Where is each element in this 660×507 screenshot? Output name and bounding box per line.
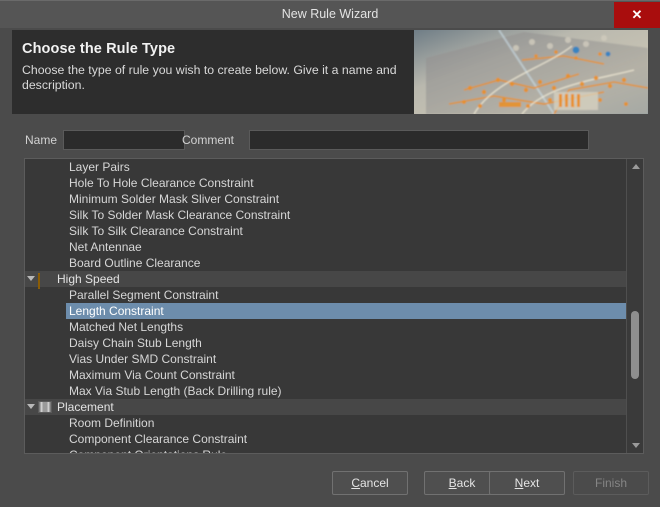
new-rule-wizard-dialog: New Rule Wizard ✕ Choose the Rule Type C… — [0, 0, 660, 507]
title-bar: New Rule Wizard ✕ — [0, 0, 660, 28]
rule-type-item[interactable]: Parallel Segment Constraint — [25, 287, 626, 303]
page-description: Choose the type of rule you wish to crea… — [22, 63, 397, 92]
rule-type-item[interactable]: Matched Net Lengths — [25, 319, 626, 335]
rule-type-item[interactable]: Component Orientations Rule — [25, 447, 626, 453]
comment-label: Comment — [182, 133, 235, 147]
rule-type-label: Silk To Silk Clearance Constraint — [69, 224, 243, 238]
rule-type-label: Net Antennae — [69, 240, 142, 254]
rule-type-label: Layer Pairs — [69, 160, 130, 174]
close-icon[interactable]: ✕ — [614, 2, 660, 28]
expand-triangle-icon[interactable] — [27, 404, 35, 409]
rule-type-list-viewport: Layer Pairs Hole To Hole Clearance Constr… — [25, 159, 626, 453]
rule-type-item[interactable]: Maximum Via Count Constraint — [25, 367, 626, 383]
scroll-up-icon[interactable] — [627, 159, 643, 174]
scrollbar-thumb[interactable] — [631, 311, 639, 379]
rule-type-label: Matched Net Lengths — [69, 320, 184, 334]
wizard-header: Choose the Rule Type Choose the type of … — [12, 30, 648, 114]
rule-type-label: Minimum Solder Mask Sliver Constraint — [69, 192, 280, 206]
rule-type-label: Room Definition — [69, 416, 155, 430]
comment-input[interactable] — [249, 130, 589, 150]
rule-type-label: Hole To Hole Clearance Constraint — [69, 176, 254, 190]
rule-type-item[interactable]: Vias Under SMD Constraint — [25, 351, 626, 367]
placement-icon — [38, 401, 52, 413]
rule-type-item[interactable]: Component Clearance Constraint — [25, 431, 626, 447]
name-input[interactable] — [63, 130, 185, 150]
rule-type-label: Component Clearance Constraint — [69, 432, 248, 446]
cancel-button[interactable]: Cancel — [332, 471, 408, 495]
rule-type-item[interactable]: Room Definition — [25, 415, 626, 431]
rule-type-item[interactable]: Hole To Hole Clearance Constraint — [25, 175, 626, 191]
rule-fields-row: Name Comment — [12, 130, 648, 152]
name-label: Name — [25, 133, 58, 147]
window-title: New Rule Wizard — [281, 7, 379, 21]
rule-group-row[interactable]: High Speed — [25, 271, 626, 289]
rule-type-item[interactable]: Silk To Silk Clearance Constraint — [25, 223, 626, 239]
rule-type-list: Layer Pairs Hole To Hole Clearance Constr… — [24, 158, 644, 454]
scroll-down-icon[interactable] — [627, 438, 643, 453]
rule-type-label: Parallel Segment Constraint — [69, 288, 219, 302]
rule-type-item[interactable]: Max Via Stub Length (Back Drilling rule) — [25, 383, 626, 399]
rule-type-item[interactable]: Length Constraint — [25, 303, 626, 319]
rule-type-label: Placement — [57, 400, 114, 414]
pcb-artwork-svg — [404, 30, 648, 114]
rule-type-label: Silk To Solder Mask Clearance Constraint — [69, 208, 291, 222]
next-button[interactable]: Next — [489, 471, 565, 495]
rule-type-item[interactable]: Minimum Solder Mask Sliver Constraint — [25, 191, 626, 207]
rule-type-label: High Speed — [57, 272, 120, 286]
header-text-block: Choose the Rule Type Choose the type of … — [22, 41, 422, 93]
rule-type-item[interactable]: Net Antennae — [25, 239, 626, 255]
finish-button: Finish — [573, 471, 649, 495]
rule-type-label: Max Via Stub Length (Back Drilling rule) — [69, 384, 282, 398]
dialog-footer: Cancel Back Next Finish — [0, 460, 660, 507]
rule-type-item[interactable]: Board Outline Clearance — [25, 255, 626, 271]
expand-triangle-icon[interactable] — [27, 276, 35, 281]
rule-type-label: Length Constraint — [69, 304, 164, 318]
rule-type-label: Maximum Via Count Constraint — [69, 368, 235, 382]
page-title: Choose the Rule Type — [22, 41, 176, 57]
rule-type-label: Daisy Chain Stub Length — [69, 336, 202, 350]
rule-type-item[interactable]: Layer Pairs — [25, 159, 626, 175]
rule-type-label: Board Outline Clearance — [69, 256, 201, 270]
rule-type-item[interactable]: Silk To Solder Mask Clearance Constraint — [25, 207, 626, 223]
vertical-scrollbar[interactable] — [626, 159, 643, 453]
rule-type-label: Vias Under SMD Constraint — [69, 352, 217, 366]
rule-type-item[interactable]: Daisy Chain Stub Length — [25, 335, 626, 351]
pcb-board-photo — [404, 30, 648, 114]
rule-group-row[interactable]: Placement — [25, 399, 626, 415]
rule-type-label: Component Orientations Rule — [69, 447, 227, 453]
